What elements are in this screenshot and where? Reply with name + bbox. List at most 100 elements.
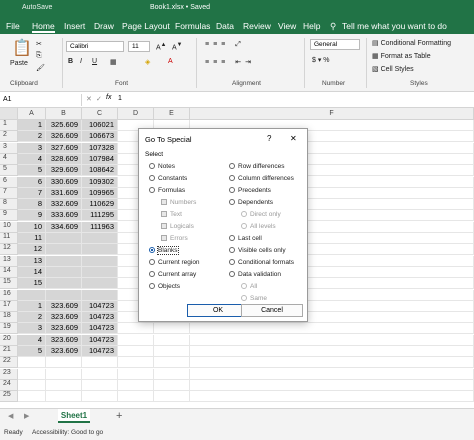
- grid-cell[interactable]: 6: [18, 176, 46, 188]
- grid-cell[interactable]: 1: [18, 300, 46, 312]
- grid-cell[interactable]: 109965: [82, 187, 118, 199]
- column-header-f[interactable]: F: [190, 108, 474, 120]
- currency-icon[interactable]: $ ▾ %: [312, 56, 330, 64]
- borders-icon[interactable]: ▦: [110, 58, 117, 66]
- grid-cell[interactable]: 104723: [82, 334, 118, 346]
- grid-cell[interactable]: [154, 368, 190, 380]
- bold-icon[interactable]: B: [68, 58, 73, 65]
- menu-insert[interactable]: Insert: [64, 21, 85, 31]
- option-all-levels[interactable]: All levels: [241, 223, 276, 230]
- grid-cell[interactable]: 108642: [82, 165, 118, 177]
- grid-cell[interactable]: 330.609: [46, 176, 82, 188]
- paste-button[interactable]: Paste: [10, 60, 28, 67]
- grid-cell[interactable]: 104723: [82, 323, 118, 335]
- option-current-region[interactable]: Current region: [149, 259, 200, 266]
- menu-data[interactable]: Data: [216, 21, 234, 31]
- grid-cell[interactable]: [154, 323, 190, 335]
- font-color-icon[interactable]: A: [168, 58, 173, 65]
- option-conditional-formats[interactable]: Conditional formats: [229, 259, 294, 266]
- option-objects[interactable]: Objects: [149, 283, 180, 290]
- row-header[interactable]: 22: [0, 357, 18, 369]
- row-header[interactable]: 11: [0, 233, 18, 244]
- grid-cell[interactable]: [18, 368, 46, 380]
- grid-cell[interactable]: [82, 391, 118, 403]
- row-header[interactable]: 23: [0, 368, 18, 380]
- add-sheet-icon[interactable]: +: [116, 410, 122, 422]
- grid-cell[interactable]: 4: [18, 334, 46, 346]
- row-header[interactable]: 10: [0, 221, 18, 233]
- grid-cell[interactable]: [82, 233, 118, 244]
- grid-cell[interactable]: [82, 368, 118, 380]
- column-header-e[interactable]: E: [154, 108, 190, 120]
- grid-cell[interactable]: [190, 346, 474, 357]
- grid-cell[interactable]: 323.609: [46, 346, 82, 357]
- row-header[interactable]: 25: [0, 391, 18, 403]
- grid-cell[interactable]: [190, 323, 474, 335]
- checkbox-errors[interactable]: Errors: [161, 235, 188, 242]
- row-header[interactable]: 6: [0, 176, 18, 188]
- menu-formulas[interactable]: Formulas: [175, 21, 210, 31]
- grid-cell[interactable]: [82, 278, 118, 290]
- option-column-differences[interactable]: Column differences: [229, 175, 294, 182]
- grid-cell[interactable]: 331.609: [46, 187, 82, 199]
- grid-cell[interactable]: 111963: [82, 221, 118, 233]
- grid-cell[interactable]: 4: [18, 153, 46, 165]
- option-same[interactable]: Same: [241, 295, 267, 302]
- next-sheet-icon[interactable]: ▶: [24, 412, 29, 420]
- fx-icon[interactable]: fx: [106, 94, 111, 101]
- row-header[interactable]: 20: [0, 334, 18, 346]
- formula-input[interactable]: 1: [118, 95, 122, 102]
- option-direct-only[interactable]: Direct only: [241, 211, 281, 218]
- grid-cell[interactable]: 325.609: [46, 120, 82, 131]
- grid-cell[interactable]: [190, 368, 474, 380]
- grid-cell[interactable]: [82, 357, 118, 369]
- grid-cell[interactable]: [46, 255, 82, 267]
- grid-cell[interactable]: [82, 379, 118, 391]
- grid-cell[interactable]: 15: [18, 278, 46, 290]
- underline-icon[interactable]: U: [92, 58, 97, 65]
- grid-cell[interactable]: [18, 379, 46, 391]
- grid-cell[interactable]: 109302: [82, 176, 118, 188]
- menu-page-layout[interactable]: Page Layout: [122, 21, 170, 31]
- row-header[interactable]: 15: [0, 278, 18, 290]
- menu-file[interactable]: File: [6, 21, 20, 31]
- sheet-tab-sheet1[interactable]: Sheet1: [58, 409, 90, 423]
- grid-cell[interactable]: 10: [18, 221, 46, 233]
- grid-cell[interactable]: 332.609: [46, 199, 82, 211]
- grid-cell[interactable]: 2: [18, 131, 46, 143]
- grid-cell[interactable]: [118, 346, 154, 357]
- grid-cell[interactable]: 104723: [82, 346, 118, 357]
- grid-cell[interactable]: [190, 357, 474, 369]
- row-header[interactable]: 19: [0, 323, 18, 335]
- grid-cell[interactable]: [118, 323, 154, 335]
- grid-cell[interactable]: 329.609: [46, 165, 82, 177]
- grid-cell[interactable]: 328.609: [46, 153, 82, 165]
- grid-cell[interactable]: [18, 357, 46, 369]
- column-header-d[interactable]: D: [118, 108, 154, 120]
- grid-cell[interactable]: 5: [18, 165, 46, 177]
- row-header[interactable]: 14: [0, 266, 18, 278]
- option-dependents[interactable]: Dependents: [229, 199, 273, 206]
- row-header[interactable]: 21: [0, 346, 18, 357]
- grid-cell[interactable]: [46, 266, 82, 278]
- menu-view[interactable]: View: [278, 21, 296, 31]
- shrink-font-icon[interactable]: A▼: [172, 42, 182, 51]
- checkbox-text[interactable]: Text: [161, 211, 182, 218]
- grid-cell[interactable]: [18, 391, 46, 403]
- row-header[interactable]: 13: [0, 255, 18, 267]
- grid-cell[interactable]: 106673: [82, 131, 118, 143]
- grid-cell[interactable]: [46, 357, 82, 369]
- accessibility-status[interactable]: Accessibility: Good to go: [32, 429, 103, 436]
- grid-cell[interactable]: [82, 244, 118, 256]
- menu-draw[interactable]: Draw: [94, 21, 114, 31]
- paste-icon[interactable]: 📋: [12, 38, 32, 58]
- menu-review[interactable]: Review: [243, 21, 271, 31]
- grid-cell[interactable]: 14: [18, 266, 46, 278]
- grid-cell[interactable]: 5: [18, 346, 46, 357]
- cell-styles-button[interactable]: ▧ Cell Styles: [372, 65, 414, 73]
- grid-cell[interactable]: 110629: [82, 199, 118, 211]
- cancel-button[interactable]: Cancel: [241, 304, 303, 317]
- menu-home[interactable]: Home: [32, 21, 55, 33]
- grid-cell[interactable]: [18, 289, 46, 301]
- grid-cell[interactable]: 107984: [82, 153, 118, 165]
